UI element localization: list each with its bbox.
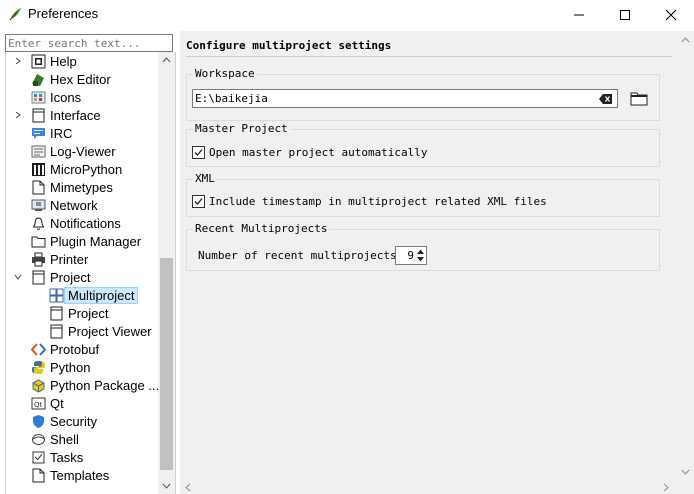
search-input[interactable] bbox=[6, 35, 172, 52]
settings-vertical-scrollbar[interactable] bbox=[677, 31, 694, 481]
sidebar-item-protobuf[interactable]: Protobuf bbox=[30, 340, 99, 358]
include-timestamp-option[interactable]: Include timestamp in multiproject relate… bbox=[192, 195, 547, 208]
protobuf-icon bbox=[30, 341, 46, 357]
sidebar-item-notifications[interactable]: Notifications bbox=[30, 214, 121, 232]
sidebar-item-icons[interactable]: Icons bbox=[30, 88, 81, 106]
clear-text-icon[interactable] bbox=[599, 93, 613, 105]
sidebar-item-irc[interactable]: IRC bbox=[30, 124, 72, 142]
recent-multiprojects-group-title: Recent Multiprojects bbox=[193, 222, 330, 235]
svg-text:Qt: Qt bbox=[34, 401, 43, 409]
sidebar-item-project[interactable]: Project bbox=[14, 268, 90, 286]
recent-multiprojects-spinbox[interactable]: 9 bbox=[395, 246, 427, 265]
log-viewer-icon bbox=[30, 143, 46, 159]
checkmark-icon bbox=[194, 149, 203, 156]
browse-folder-button[interactable] bbox=[628, 89, 650, 108]
close-button[interactable] bbox=[648, 0, 694, 30]
sidebar-item-project-viewer[interactable]: Project Viewer bbox=[48, 322, 152, 340]
micropython-icon bbox=[30, 161, 46, 177]
master-project-group-title: Master Project bbox=[193, 122, 290, 135]
minimize-icon bbox=[574, 14, 584, 16]
title-bar: Preferences bbox=[0, 0, 694, 30]
sidebar-item-network[interactable]: Network bbox=[30, 196, 98, 214]
app-feather-icon bbox=[9, 8, 21, 21]
checkmark-icon bbox=[194, 198, 203, 205]
sidebar-item-shell[interactable]: Shell bbox=[30, 430, 79, 448]
scroll-right-arrow-icon[interactable] bbox=[662, 483, 670, 492]
scroll-left-arrow-icon[interactable] bbox=[184, 483, 192, 492]
sidebar-item-security[interactable]: Security bbox=[30, 412, 97, 430]
mimetypes-icon bbox=[30, 179, 46, 195]
sidebar-item-python[interactable]: Python bbox=[30, 358, 90, 376]
security-icon bbox=[30, 413, 46, 429]
workspace-field[interactable] bbox=[192, 89, 618, 108]
chevron-right-icon[interactable] bbox=[13, 110, 23, 120]
chevron-right-icon[interactable] bbox=[13, 56, 23, 66]
project-sub-icon bbox=[48, 305, 64, 321]
qt-icon: Qt bbox=[30, 395, 46, 411]
sidebar-scrollbar[interactable] bbox=[158, 52, 175, 494]
page-title: Configure multiproject settings bbox=[186, 39, 672, 57]
sidebar-item-plugin-manager[interactable]: Plugin Manager bbox=[30, 232, 141, 250]
sidebar-item-multiproject[interactable]: Multiproject bbox=[48, 286, 139, 304]
include-timestamp-checkbox[interactable] bbox=[192, 195, 205, 208]
hex-editor-icon bbox=[30, 71, 46, 87]
sidebar-scrollbar-thumb[interactable] bbox=[160, 258, 173, 470]
network-icon bbox=[30, 197, 46, 213]
sidebar-item-tasks[interactable]: Tasks bbox=[30, 448, 83, 466]
sidebar-item-log-viewer[interactable]: Log-Viewer bbox=[30, 142, 116, 160]
multiproject-settings-panel: Configure multiproject settings Workspac… bbox=[180, 31, 677, 481]
project-viewer-icon bbox=[48, 323, 64, 339]
tasks-icon bbox=[30, 449, 46, 465]
preferences-tree[interactable]: Help Hex Editor Icons Interface IRC Log-… bbox=[5, 52, 176, 494]
minimize-button[interactable] bbox=[556, 0, 602, 30]
sidebar-item-interface[interactable]: Interface bbox=[15, 106, 101, 124]
irc-icon bbox=[30, 125, 46, 141]
window-title: Preferences bbox=[28, 6, 99, 21]
templates-icon bbox=[30, 467, 46, 483]
sidebar-item-templates[interactable]: Templates bbox=[30, 466, 109, 484]
open-master-project-label: Open master project automatically bbox=[209, 146, 428, 159]
close-icon bbox=[665, 9, 677, 21]
workspace-input[interactable] bbox=[193, 90, 593, 107]
multiproject-icon bbox=[48, 287, 64, 303]
notifications-icon bbox=[30, 215, 46, 231]
include-timestamp-label: Include timestamp in multiproject relate… bbox=[209, 195, 547, 208]
project-icon bbox=[30, 269, 46, 285]
sidebar-item-printer[interactable]: Printer bbox=[30, 250, 88, 268]
settings-horizontal-scrollbar[interactable] bbox=[180, 481, 677, 494]
scroll-down-arrow-icon[interactable] bbox=[161, 481, 172, 491]
shell-icon bbox=[30, 431, 46, 447]
printer-icon bbox=[30, 251, 46, 267]
sidebar-item-project-sub[interactable]: Project bbox=[48, 304, 108, 322]
spin-arrows-icon[interactable] bbox=[416, 248, 425, 263]
sidebar-item-mimetypes[interactable]: Mimetypes bbox=[30, 178, 113, 196]
help-icon bbox=[30, 53, 46, 69]
sidebar-item-qt[interactable]: Qt Qt bbox=[30, 394, 64, 412]
settings-pane: Configure multiproject settings Workspac… bbox=[180, 31, 694, 494]
recent-multiprojects-label: Number of recent multiprojects: bbox=[198, 249, 404, 262]
xml-group-title: XML bbox=[193, 172, 217, 185]
workspace-group-title: Workspace bbox=[193, 67, 257, 80]
icons-icon bbox=[30, 89, 46, 105]
scroll-down-arrow-icon[interactable] bbox=[680, 467, 691, 477]
sidebar-item-help[interactable]: Help bbox=[15, 52, 77, 70]
python-package-icon bbox=[30, 377, 46, 393]
maximize-button[interactable] bbox=[602, 0, 648, 30]
scroll-up-arrow-icon[interactable] bbox=[161, 55, 172, 65]
open-master-project-checkbox[interactable] bbox=[192, 146, 205, 159]
plugin-manager-icon bbox=[30, 233, 46, 249]
interface-icon bbox=[30, 107, 46, 123]
scroll-up-arrow-icon[interactable] bbox=[680, 35, 691, 45]
chevron-down-icon[interactable] bbox=[13, 272, 23, 282]
sidebar-item-python-package[interactable]: Python Package ... bbox=[30, 376, 159, 394]
maximize-icon bbox=[620, 10, 630, 20]
search-box[interactable] bbox=[5, 34, 173, 52]
recent-multiprojects-value: 9 bbox=[407, 249, 414, 262]
sidebar-item-hex-editor[interactable]: Hex Editor bbox=[30, 70, 111, 88]
python-icon bbox=[30, 359, 46, 375]
sidebar-item-micropython[interactable]: MicroPython bbox=[30, 160, 122, 178]
open-master-project-option[interactable]: Open master project automatically bbox=[192, 146, 428, 159]
folder-icon bbox=[630, 92, 648, 106]
